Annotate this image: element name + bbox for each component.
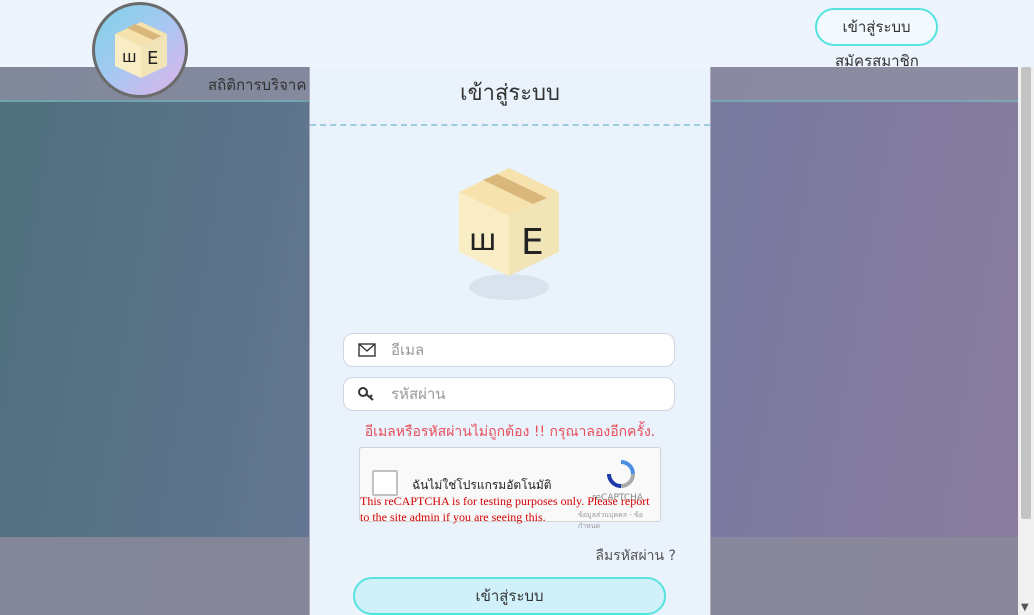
site-logo[interactable]: ш E (92, 2, 188, 98)
login-modal: เข้าสู่ระบบ ш E อีเมลหรือรหัสผ่านไม่ถูกต… (309, 67, 711, 615)
page-scrollbar[interactable]: ▼ (1018, 67, 1034, 615)
scroll-down-arrow-icon[interactable]: ▼ (1021, 602, 1029, 613)
password-field[interactable] (343, 377, 675, 411)
login-submit-button[interactable]: เข้าสู่ระบบ (353, 577, 666, 615)
modal-title: เข้าสู่ระบบ (460, 81, 560, 106)
recaptcha-logo-icon (607, 460, 635, 488)
forgot-password-link[interactable]: ลืมรหัสผ่าน ? (595, 545, 676, 567)
nav-donation-stats[interactable]: สถิติการบริจาค (208, 73, 306, 97)
svg-text:ш: ш (122, 47, 137, 66)
password-input[interactable] (389, 384, 663, 404)
modal-divider (310, 124, 710, 126)
svg-text:ш: ш (469, 223, 496, 258)
envelope-icon (344, 343, 389, 357)
email-input[interactable] (389, 340, 663, 360)
svg-text:E: E (521, 222, 544, 263)
scroll-thumb[interactable] (1021, 67, 1031, 519)
recaptcha-widget: ฉันไม่ใช่โปรแกรมอัตโนมัติ reCAPTCHA ข้อม… (359, 447, 661, 530)
box-logo-icon: ш E (115, 22, 167, 78)
key-icon (344, 386, 389, 402)
svg-text:E: E (147, 48, 158, 69)
email-field[interactable] (343, 333, 675, 367)
header-login-button[interactable]: เข้าสู่ระบบ (815, 8, 938, 46)
box-logo-icon: ш E (459, 168, 559, 300)
error-message: อีเมลหรือรหัสผ่านไม่ถูกต้อง !! กรุณาลองอ… (364, 424, 656, 440)
captcha-test-warning: This reCAPTCHA is for testing purposes o… (360, 494, 650, 524)
